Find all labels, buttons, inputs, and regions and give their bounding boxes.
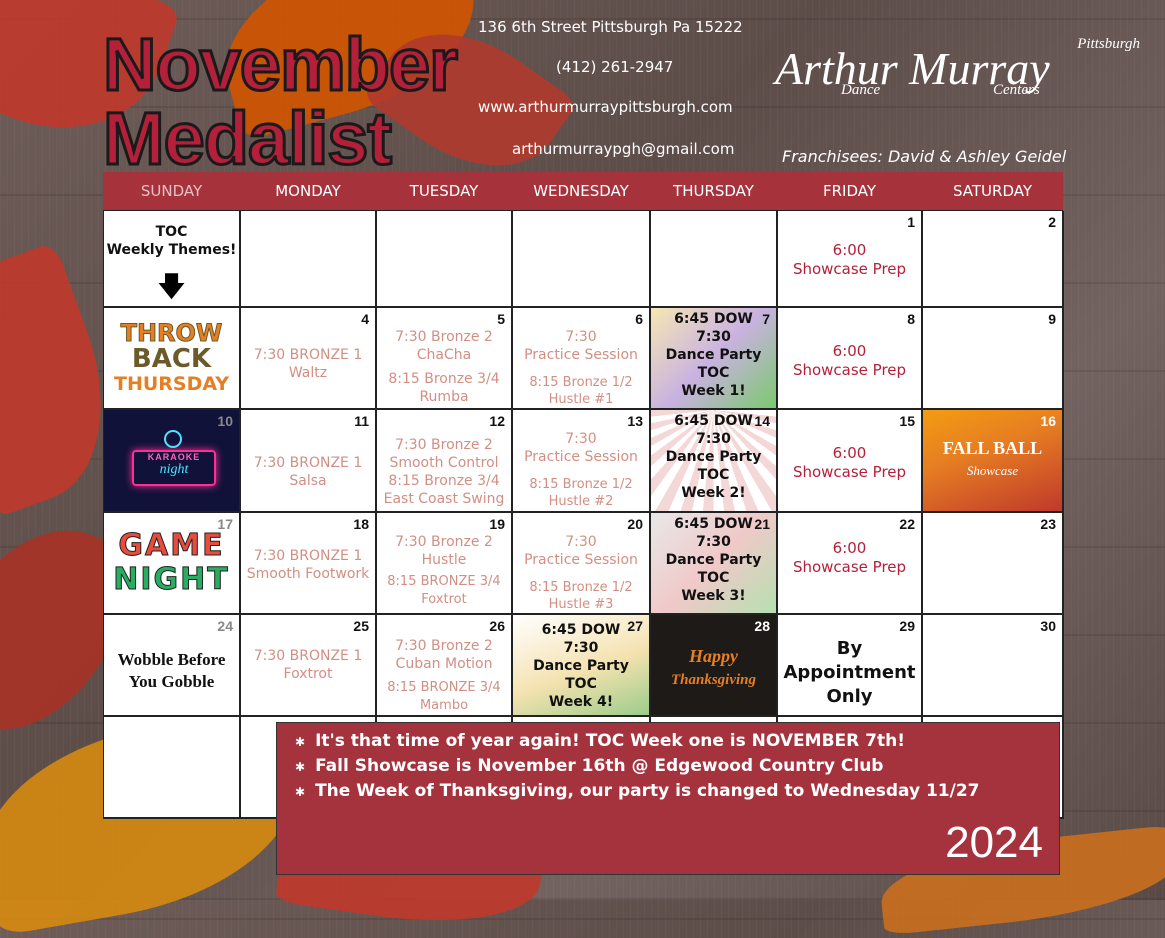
day-cell-30[interactable]: 30 [923, 615, 1064, 717]
day-header-wednesday: WEDNESDAY [533, 182, 629, 200]
day-cell-12[interactable]: 12 7:30 Bronze 2 Smooth Control 8:15 Bronz… [377, 410, 513, 513]
event-text: 7:30 Bronze 2 Hustle [395, 534, 493, 568]
event-text: 6:00 Showcase Prep [792, 539, 907, 576]
weekday-header: SUNDAY MONDAY TUESDAY WEDNESDAY THURSDAY… [103, 172, 1063, 210]
arthur-murray-logo: Pittsburgh Arthur Murray Dance Centers [775, 36, 1140, 98]
day-header-monday: MONDAY [275, 182, 341, 200]
empty-cell [241, 211, 377, 308]
event-text: 8:15 BRONZE 3/4 Foxtrot [387, 574, 501, 607]
empty-cell [377, 211, 513, 308]
toc-themes-cell: TOC Weekly Themes! 🡇 [104, 211, 241, 308]
day-cell-20[interactable]: 20 7:30 Practice Session 8:15 Bronze 1/2 H… [513, 513, 651, 615]
day-header-friday: FRIDAY [822, 182, 877, 200]
day-cell-3[interactable]: 3 THROW BACK THURSDAY [104, 308, 241, 410]
day-cell-25[interactable]: 25 7:30 BRONZE 1 Foxtrot [241, 615, 377, 717]
day-cell-2[interactable]: 2 [923, 211, 1064, 308]
day-header-sunday: SUNDAY [140, 182, 203, 200]
microphone-icon [164, 430, 182, 448]
year-label: 2024 [945, 818, 1043, 867]
empty-cell [513, 211, 651, 308]
day-cell-5[interactable]: 5 7:30 Bronze 2 ChaCha 8:15 Bronze 3/4 Rum… [377, 308, 513, 410]
day-cell-1[interactable]: 1 6:00 Showcase Prep [778, 211, 923, 308]
bullet-icon: ✱ [295, 785, 306, 799]
event-text: 8:15 BRONZE 3/4 Mambo [387, 680, 501, 713]
day-cell-18[interactable]: 18 7:30 BRONZE 1 Smooth Footwork [241, 513, 377, 615]
event-text: 8:15 Bronze 1/2 Hustle #2 [529, 477, 633, 509]
address: 136 6th Street Pittsburgh Pa 15222 [478, 18, 743, 36]
day-cell-16[interactable]: 16 FALL BALL Showcase [923, 410, 1064, 513]
fall-ball-showcase-image: FALL BALL Showcase [942, 438, 1043, 478]
toc-label: TOC Weekly Themes! [106, 224, 237, 258]
karaoke-night-image: KARAOKE night [132, 450, 216, 486]
event-text: 6:45 DOW 7:30 Dance Party TOC Week 3! [665, 516, 762, 604]
arrow-down-icon: 🡇 [157, 270, 186, 303]
day-header-saturday: SATURDAY [952, 182, 1032, 200]
day-cell-15[interactable]: 15 6:00 Showcase Prep [778, 410, 923, 513]
franchisees: Franchisees: David & Ashley Geidel [782, 147, 1067, 166]
event-text: 7:30 BRONZE 1 Salsa [253, 455, 363, 489]
event-text: 6:45 DOW 7:30 Dance Party TOC Week 2! [665, 413, 762, 501]
event-text: 6:00 Showcase Prep [792, 241, 907, 278]
bullet-icon: ✱ [295, 735, 306, 749]
page-title: November Medalist [102, 23, 460, 180]
notes-panel: ✱ It's that time of year again! TOC Week … [276, 722, 1060, 875]
day-cell-17[interactable]: 17 GAME NIGHT [104, 513, 241, 615]
day-cell-14[interactable]: 14 6:45 DOW 7:30 Dance Party TOC Week 2! [651, 410, 778, 513]
day-header-tuesday: TUESDAY [409, 182, 479, 200]
event-text: 7:30 Bronze 2 ChaCha [395, 329, 493, 363]
day-cell-28[interactable]: 28 Happy Thanksgiving [651, 615, 778, 717]
game-night-image: GAME NIGHT [113, 528, 230, 597]
day-cell-19[interactable]: 19 7:30 Bronze 2 Hustle 8:15 BRONZE 3/4 Fo… [377, 513, 513, 615]
event-text: 6:45 DOW 7:30 Dance Party TOC Week 4! [533, 622, 629, 710]
note-item: ✱ Fall Showcase is November 16th @ Edgewo… [295, 756, 884, 776]
day-cell-11[interactable]: 11 7:30 BRONZE 1 Salsa [241, 410, 377, 513]
event-text: 6:00 Showcase Prep [792, 444, 907, 481]
day-cell-4[interactable]: 4 7:30 BRONZE 1 Waltz [241, 308, 377, 410]
day-cell-6[interactable]: 6 7:30 Practice Session 8:15 Bronze 1/2 Hu… [513, 308, 651, 410]
event-text: 6:00 Showcase Prep [792, 342, 907, 379]
note-item: ✱ It's that time of year again! TOC Week … [295, 731, 905, 751]
event-text: 7:30 BRONZE 1 Foxtrot [253, 648, 363, 682]
day-cell-23[interactable]: 23 [923, 513, 1064, 615]
wobble-before-you-gobble-image: Wobble Before You Gobble [117, 650, 226, 691]
event-text: 8:15 Bronze 1/2 Hustle #3 [529, 580, 633, 612]
email-link[interactable]: arthurmurraypgh@gmail.com [512, 140, 734, 158]
note-item: ✱ The Week of Thanksgiving, our party is … [295, 781, 980, 801]
empty-cell [104, 717, 241, 819]
event-text: 7:30 Bronze 2 Smooth Control 8:15 Bronze 3… [383, 437, 505, 507]
day-cell-29[interactable]: 29 By Appointment Only [778, 615, 923, 717]
event-text: 7:30 BRONZE 1 Smooth Footwork [246, 548, 370, 582]
event-text: 8:15 Bronze 3/4 Rumba [388, 371, 500, 405]
day-header-thursday: THURSDAY [673, 182, 754, 200]
event-text: 7:30 Practice Session [524, 534, 638, 568]
event-text: 6:45 DOW 7:30 Dance Party TOC Week 1! [665, 311, 762, 399]
website-link[interactable]: www.arthurmurraypittsburgh.com [478, 98, 733, 116]
bullet-icon: ✱ [295, 760, 306, 774]
happy-thanksgiving-image: Happy Thanksgiving [670, 646, 757, 688]
day-cell-13[interactable]: 13 7:30 Practice Session 8:15 Bronze 1/2 H… [513, 410, 651, 513]
throwback-thursday-image: THROW BACK THURSDAY [104, 308, 239, 408]
day-cell-9[interactable]: 9 [923, 308, 1064, 410]
day-cell-8[interactable]: 8 6:00 Showcase Prep [778, 308, 923, 410]
event-text: 7:30 Practice Session [524, 329, 638, 363]
day-cell-21[interactable]: 21 6:45 DOW 7:30 Dance Party TOC Week 3! [651, 513, 778, 615]
day-cell-7[interactable]: 7 6:45 DOW 7:30 Dance Party TOC Week 1! [651, 308, 778, 410]
day-cell-27[interactable]: 27 6:45 DOW 7:30 Dance Party TOC Week 4! [513, 615, 651, 717]
day-cell-22[interactable]: 22 6:00 Showcase Prep [778, 513, 923, 615]
event-text: By Appointment Only [783, 638, 916, 707]
day-cell-10[interactable]: 10 KARAOKE night [104, 410, 241, 513]
event-text: 7:30 Practice Session [524, 431, 638, 465]
phone[interactable]: (412) 261-2947 [556, 58, 673, 76]
day-cell-24[interactable]: 24 Wobble Before You Gobble [104, 615, 241, 717]
event-text: 7:30 Bronze 2 Cuban Motion [395, 638, 493, 672]
event-text: 7:30 BRONZE 1 Waltz [253, 347, 363, 381]
empty-cell [651, 211, 778, 308]
event-text: 8:15 Bronze 1/2 Hustle #1 [529, 375, 633, 407]
day-cell-26[interactable]: 26 7:30 Bronze 2 Cuban Motion 8:15 BRONZE… [377, 615, 513, 717]
